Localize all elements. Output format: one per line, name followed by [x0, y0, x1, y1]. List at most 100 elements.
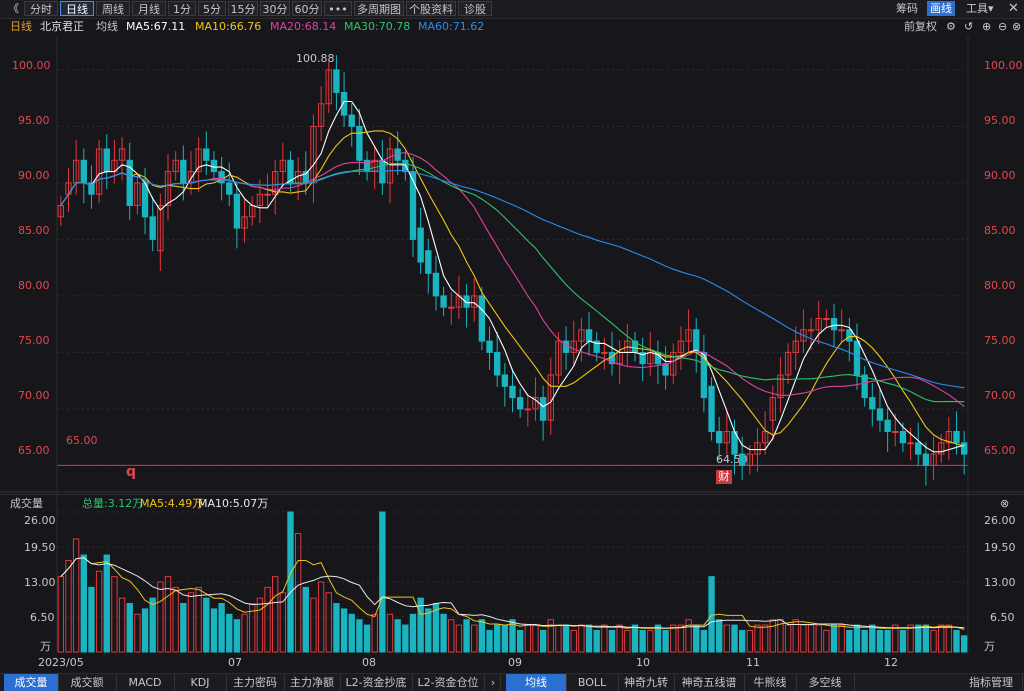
- candle-body: [562, 340, 570, 353]
- volume-bar: [922, 624, 930, 653]
- candle-body: [233, 193, 241, 229]
- kline-chart[interactable]: [0, 0, 1024, 690]
- volume-bar: [72, 538, 80, 653]
- volume-bar: [608, 629, 616, 653]
- volume-bar: [272, 576, 279, 653]
- candle-body: [693, 329, 700, 353]
- candle-body: [738, 453, 746, 466]
- volume-bar: [516, 629, 524, 653]
- volume-bar: [807, 624, 815, 653]
- candle-body: [823, 318, 830, 320]
- candle-body: [884, 419, 891, 433]
- volume-bar: [647, 629, 654, 653]
- volume-bar: [440, 613, 447, 653]
- volume-bar: [379, 511, 386, 653]
- volume-bar: [693, 624, 700, 653]
- candle-body: [501, 374, 509, 387]
- candle-body: [524, 408, 531, 411]
- volume-bar: [195, 586, 202, 653]
- candle-body: [830, 318, 838, 331]
- volume-bar: [524, 624, 531, 653]
- candle-body: [425, 250, 432, 274]
- volume-bar: [494, 624, 501, 653]
- volume-bar: [555, 624, 562, 653]
- candle-body: [585, 329, 593, 342]
- volume-bar: [425, 608, 432, 653]
- volume-bar: [172, 586, 179, 653]
- candle-body: [348, 114, 355, 127]
- volume-bar: [838, 624, 845, 653]
- volume-bar: [241, 613, 248, 653]
- volume-bar: [88, 586, 95, 653]
- ma-line-20: [60, 151, 965, 408]
- volume-bar: [363, 624, 371, 653]
- volume-bar: [815, 624, 822, 653]
- volume-bar: [256, 597, 264, 653]
- candle-body: [333, 69, 340, 94]
- candle-body: [716, 431, 723, 444]
- volume-bar: [333, 603, 340, 653]
- volume-bar: [631, 624, 639, 653]
- candle-body: [509, 385, 516, 399]
- volume-bar: [731, 624, 738, 653]
- volume-bar: [471, 624, 478, 653]
- ma-line-60: [60, 170, 965, 389]
- candle-body: [226, 182, 233, 195]
- volume-bar: [218, 603, 225, 653]
- candle-body: [869, 397, 876, 410]
- volume-bar: [960, 635, 968, 653]
- volume-bar: [723, 624, 731, 653]
- volume-bar: [654, 624, 662, 653]
- volume-bar: [187, 592, 195, 653]
- candle-body: [662, 363, 669, 376]
- candle-body: [922, 453, 930, 466]
- volume-bar: [892, 624, 899, 653]
- volume-bar: [294, 533, 302, 653]
- volume-bar: [685, 619, 692, 653]
- candle-body: [448, 306, 455, 309]
- volume-bar: [95, 570, 103, 653]
- candle-body: [440, 295, 447, 308]
- candle-body: [180, 159, 187, 184]
- volume-bar: [287, 511, 294, 653]
- volume-bar: [371, 613, 378, 653]
- volume-bar: [769, 619, 776, 653]
- candle-body: [853, 340, 861, 376]
- volume-bar: [180, 603, 187, 653]
- volume-bar: [203, 597, 210, 653]
- volume-bar: [348, 613, 355, 653]
- volume-bar: [578, 624, 585, 653]
- ma-line-30: [60, 162, 965, 403]
- volume-bar: [570, 629, 577, 653]
- volume-bar: [302, 586, 309, 653]
- candle-body: [432, 272, 440, 297]
- volume-bar: [853, 624, 861, 653]
- volume-bar: [884, 629, 891, 653]
- candle-body: [708, 385, 715, 432]
- volume-bar: [700, 629, 708, 653]
- candle-body: [203, 148, 210, 161]
- volume-bar: [455, 624, 463, 653]
- volume-bar: [532, 624, 539, 653]
- volume-bar: [164, 576, 172, 653]
- volume-bar: [876, 629, 884, 653]
- volume-bar: [233, 619, 241, 653]
- volume-bar: [478, 619, 486, 653]
- candle-body: [103, 148, 110, 173]
- candle-body: [846, 329, 853, 342]
- candle-body: [417, 227, 424, 263]
- volume-bar: [463, 619, 470, 653]
- volume-bar: [340, 608, 348, 653]
- volume-bar: [624, 629, 631, 653]
- volume-bar: [593, 629, 600, 653]
- volume-bar: [677, 624, 685, 653]
- candle-body: [899, 431, 907, 444]
- volume-bar: [938, 624, 945, 653]
- candle-body: [478, 295, 486, 342]
- volume-bar: [830, 624, 838, 653]
- volume-bar: [915, 624, 922, 653]
- volume-bar: [585, 624, 593, 653]
- volume-bar: [210, 608, 218, 653]
- volume-bar: [111, 576, 118, 653]
- volume-bar: [149, 597, 156, 653]
